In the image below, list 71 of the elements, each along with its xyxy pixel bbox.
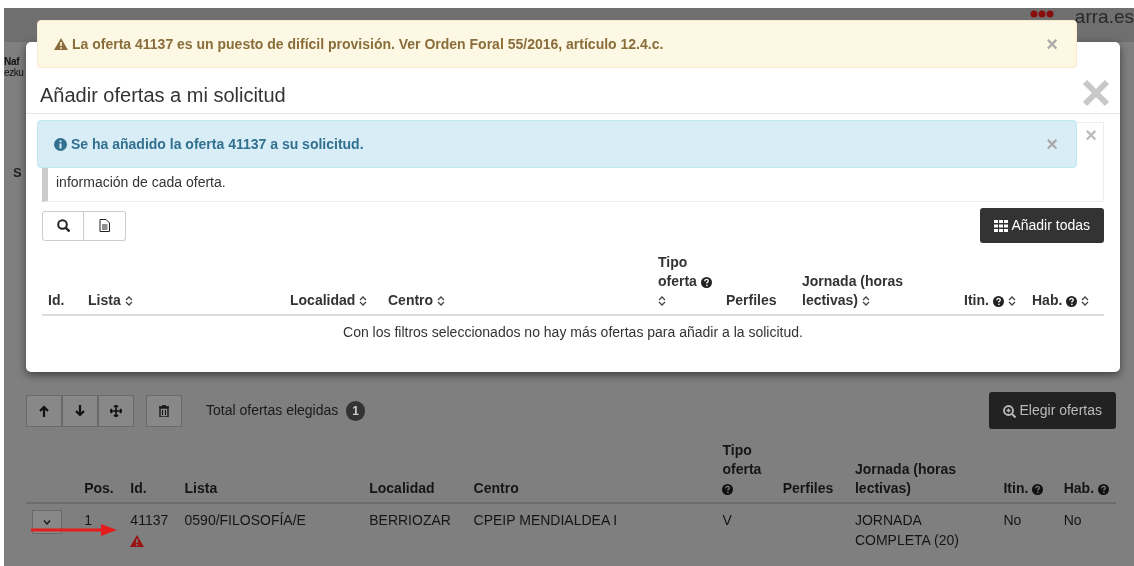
column-header[interactable]: Tipo oferta <box>652 249 720 315</box>
table-cell-text: V <box>722 510 733 530</box>
move-icon <box>110 404 122 417</box>
move-button[interactable] <box>62 394 98 427</box>
help-icon <box>700 276 712 288</box>
grid-icon <box>994 220 1009 233</box>
arrow-down-icon <box>74 404 86 417</box>
move-button[interactable] <box>26 394 62 427</box>
help-icon <box>1032 483 1044 495</box>
sort-icon[interactable] <box>1007 296 1016 307</box>
column-header[interactable]: Centro <box>467 437 717 503</box>
total-label: Total ofertas elegidas <box>206 401 339 420</box>
table-cell-text: 41137 <box>130 510 170 530</box>
column-header[interactable]: Lista <box>178 437 364 503</box>
column-header[interactable]: Id. <box>124 437 179 503</box>
column-header[interactable]: Localidad <box>284 249 382 315</box>
column-header[interactable]: Lista <box>82 249 284 315</box>
column-header[interactable]: Jornada (horas lectivas) <box>848 437 998 503</box>
table-cell-text: No <box>1063 510 1083 530</box>
info-icon <box>54 137 67 151</box>
table-cell-text: No <box>1003 510 1023 530</box>
help-icon <box>722 483 734 495</box>
zoom-plus-icon <box>1002 404 1016 418</box>
column-header[interactable]: Centro <box>382 249 652 315</box>
delete-button[interactable] <box>146 394 182 427</box>
heading-text: S <box>13 166 22 179</box>
table-cell-text: JORNADA COMPLETA (20) <box>854 510 960 550</box>
help-icon <box>1097 483 1109 495</box>
header-text: Naf <box>4 56 20 67</box>
column-header[interactable]: Id. <box>42 249 82 315</box>
table-cell-text: 0590/FILOSOFÍA/E <box>184 510 307 530</box>
trash-icon <box>159 404 169 417</box>
count-badge: 1 <box>346 400 365 421</box>
document-icon <box>99 219 110 232</box>
table-cell-text: BERRIOZAR <box>369 510 452 530</box>
column-header[interactable]: Itin. <box>997 437 1058 503</box>
chevron-icon <box>43 519 51 525</box>
sort-icon[interactable] <box>861 296 870 307</box>
add-all-button[interactable]: Añadir todas <box>980 208 1104 243</box>
logo-icon <box>1030 10 1054 18</box>
column-header[interactable]: Hab. <box>1057 437 1116 503</box>
column-header[interactable]: Tipo oferta <box>716 437 777 503</box>
help-icon <box>992 295 1004 307</box>
column-header[interactable]: Perfiles <box>720 249 796 315</box>
arrow-up-icon <box>38 404 50 417</box>
sort-icon[interactable] <box>658 296 666 307</box>
empty-message: Con los filtros seleccionados no hay más ofertas para añadir a la solicitud. <box>343 323 803 340</box>
help-text: información de cada oferta. <box>56 173 226 192</box>
alert-text: La oferta 41137 es un puesto de difícil provisión. Ver Orden Foral 55/2016, artículo 12.4.c. <box>72 34 664 54</box>
header-text: ezku <box>4 67 24 78</box>
column-header[interactable]: Localidad <box>363 437 468 503</box>
search-icon <box>56 219 70 232</box>
sort-icon[interactable] <box>437 296 445 307</box>
modal-title: Añadir ofertas a mi solicitud <box>40 83 286 107</box>
choose-offers-button[interactable]: Elegir ofertas <box>988 392 1116 429</box>
logo-text: arra.es <box>1074 6 1134 29</box>
search-button[interactable] <box>42 210 84 241</box>
column-header[interactable]: Jornada (horas lectivas) <box>796 249 958 315</box>
sort-icon[interactable] <box>1081 296 1090 307</box>
sort-icon[interactable] <box>124 296 133 307</box>
table-cell-text: CPEIP MENDIALDEA I <box>473 510 619 530</box>
table-cell-text: 1 <box>84 510 93 530</box>
column-header[interactable]: Perfiles <box>776 437 849 503</box>
sort-icon[interactable] <box>359 296 368 307</box>
help-icon <box>1066 295 1078 307</box>
move-button[interactable] <box>98 394 134 427</box>
column-header[interactable]: Pos. <box>78 437 125 503</box>
warning-icon <box>54 38 68 50</box>
column-header[interactable]: Hab. <box>1026 249 1104 315</box>
alert-text: Se ha añadido la oferta 41137 a su solicitud. <box>71 134 364 154</box>
column-header[interactable]: Itin. <box>958 249 1026 315</box>
